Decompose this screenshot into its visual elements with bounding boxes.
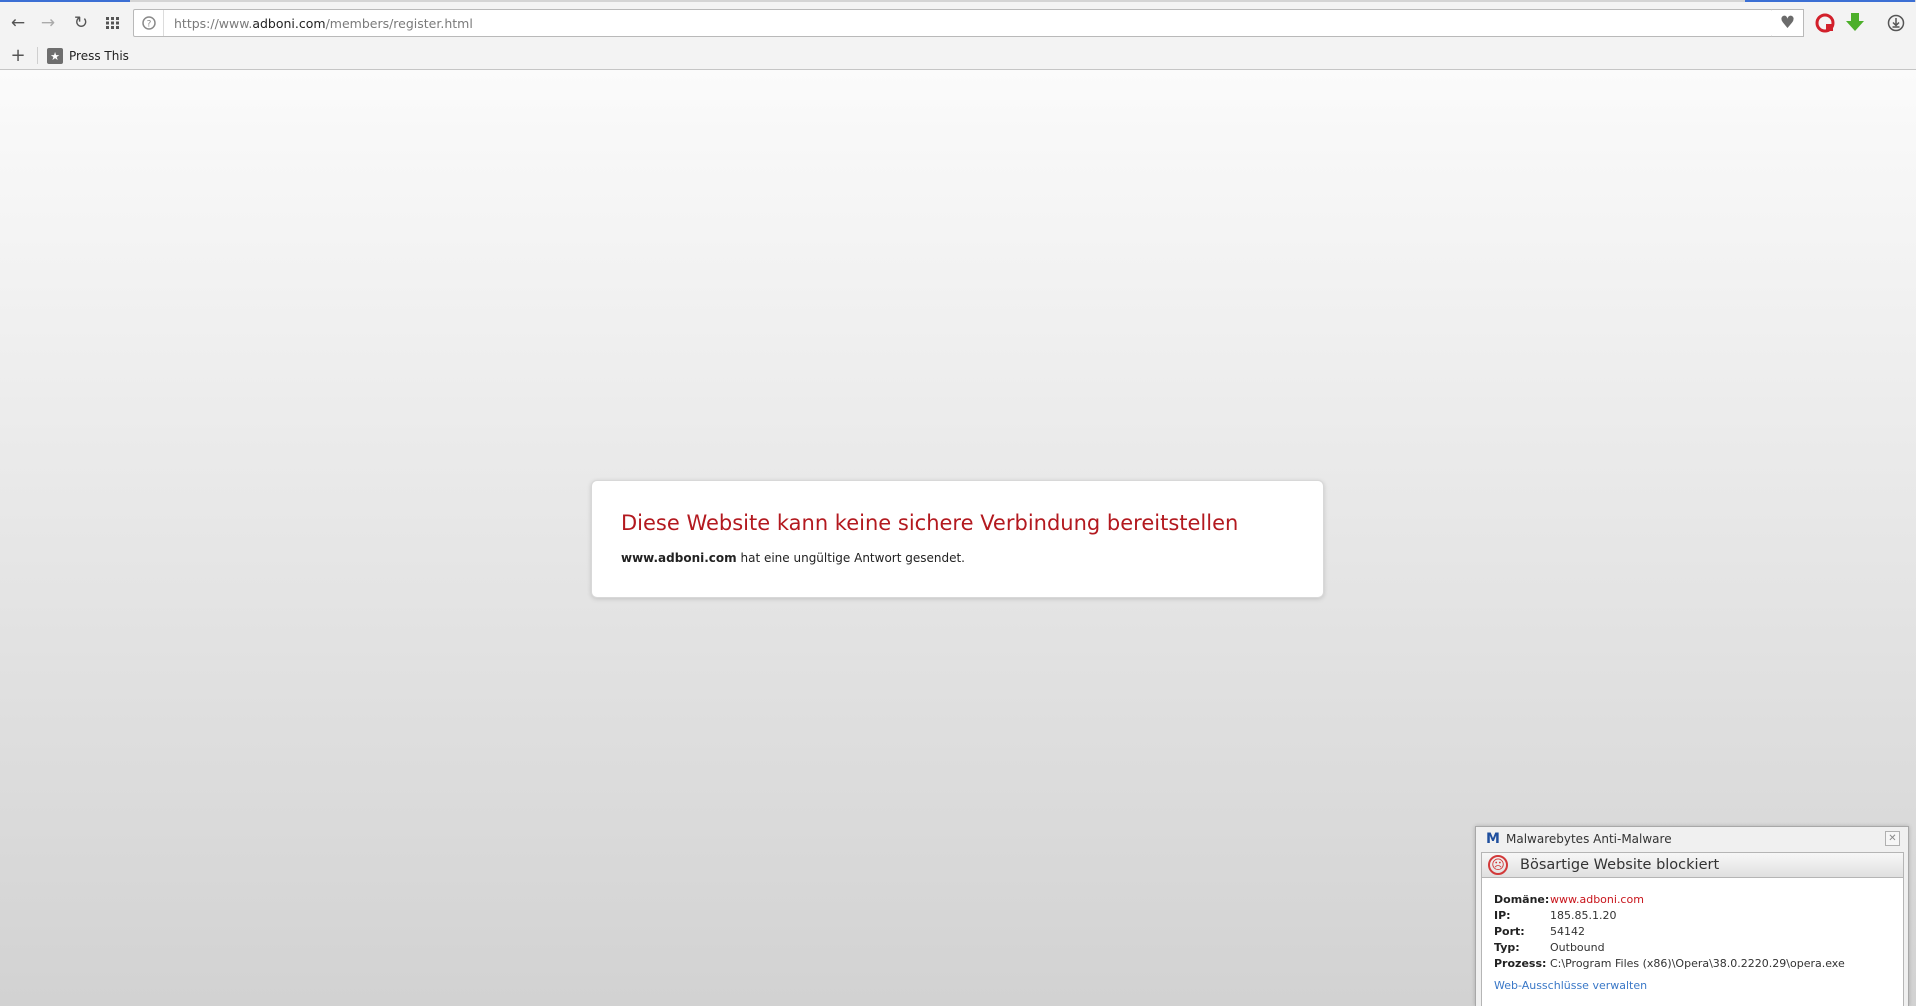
back-button[interactable]: ←: [6, 11, 30, 35]
close-icon: ✕: [1888, 833, 1897, 844]
detail-label: Port:: [1494, 925, 1525, 938]
detail-value: www.adboni.com: [1550, 893, 1644, 906]
bookmark-label: Press This: [69, 49, 129, 63]
url-host: adboni.com: [252, 15, 326, 31]
speed-dial-button[interactable]: [101, 11, 125, 35]
error-description: www.adboni.com hat eine ungültige Antwor…: [621, 551, 965, 565]
detail-value: C:\Program Files (x86)\Opera\38.0.2220.2…: [1550, 957, 1845, 970]
address-bar[interactable]: ? https://www.adboni.com/members/registe…: [133, 9, 1773, 37]
detail-label: IP:: [1494, 909, 1511, 922]
extension-button-1[interactable]: [1813, 11, 1837, 35]
tab-accent-right: [1745, 0, 1915, 2]
bookmark-press-this[interactable]: ★ Press This: [47, 45, 129, 67]
forward-arrow-icon: →: [40, 13, 56, 33]
sad-face-icon: ☹: [1488, 855, 1508, 875]
detail-label: Prozess:: [1494, 957, 1547, 970]
tab-accent: [0, 0, 130, 2]
extension-button-2[interactable]: [1843, 11, 1867, 35]
detail-label: Domäne:: [1494, 893, 1550, 906]
error-title: Diese Website kann keine sichere Verbind…: [621, 511, 1239, 535]
grid-icon: [106, 17, 119, 29]
detail-value: Outbound: [1550, 941, 1605, 954]
plus-icon: +: [10, 44, 26, 66]
notification-app-name: Malwarebytes Anti-Malware: [1506, 832, 1672, 846]
bookmarks-divider: [37, 47, 38, 64]
stash-button[interactable]: ♥: [1772, 9, 1804, 37]
bookmarks-bar: + ★ Press This: [0, 42, 1916, 70]
heart-icon: ♥: [1779, 13, 1796, 33]
add-bookmark-button[interactable]: +: [8, 44, 28, 66]
detail-value: 54142: [1550, 925, 1585, 938]
error-domain: www.adboni.com: [621, 551, 737, 565]
browser-toolbar: ← → ↻ ? https://www.adboni.com/members/r…: [0, 0, 1916, 42]
notification-header: M Malwarebytes Anti-Malware ✕: [1476, 827, 1908, 851]
downloads-button[interactable]: [1884, 11, 1908, 35]
site-info-icon[interactable]: ?: [134, 10, 164, 36]
malwarebytes-logo-icon: M: [1486, 831, 1500, 847]
svg-text:?: ?: [146, 20, 151, 30]
detail-row-port: Port: 54142: [1494, 925, 1585, 941]
error-card: Diese Website kann keine sichere Verbind…: [591, 480, 1324, 598]
notification-close-button[interactable]: ✕: [1885, 831, 1900, 846]
detail-value: 185.85.1.20: [1550, 909, 1617, 922]
error-message: hat eine ungültige Antwort gesendet.: [740, 551, 965, 565]
notification-details: Domäne: www.adboni.com IP: 185.85.1.20 P…: [1481, 878, 1904, 1006]
detail-row-domain: Domäne: www.adboni.com: [1494, 893, 1644, 909]
detail-row-type: Typ: Outbound: [1494, 941, 1605, 957]
malwarebytes-notification: M Malwarebytes Anti-Malware ✕ ☹ Bösartig…: [1475, 826, 1909, 1006]
detail-row-process: Prozess: C:\Program Files (x86)\Opera\38…: [1494, 957, 1845, 973]
detail-row-ip: IP: 185.85.1.20: [1494, 909, 1616, 925]
notification-status-bar: ☹ Bösartige Website blockiert: [1481, 852, 1904, 878]
detail-label: Typ:: [1494, 941, 1520, 954]
url-path: /members/register.html: [325, 15, 473, 31]
forward-button[interactable]: →: [36, 11, 60, 35]
notification-status: Bösartige Website blockiert: [1520, 857, 1720, 873]
download-circle-icon: [1887, 14, 1905, 32]
url-prefix: https://www.: [174, 15, 253, 31]
reload-icon: ↻: [73, 13, 89, 33]
url-text[interactable]: https://www.adboni.com/members/register.…: [164, 16, 473, 31]
red-extension-icon: [1815, 13, 1835, 33]
star-icon: ★: [47, 48, 63, 64]
manage-exclusions-link[interactable]: Web-Ausschlüsse verwalten: [1494, 979, 1647, 992]
green-download-arrow-icon: [1846, 13, 1864, 31]
reload-button[interactable]: ↻: [69, 11, 93, 35]
back-arrow-icon: ←: [10, 13, 26, 33]
